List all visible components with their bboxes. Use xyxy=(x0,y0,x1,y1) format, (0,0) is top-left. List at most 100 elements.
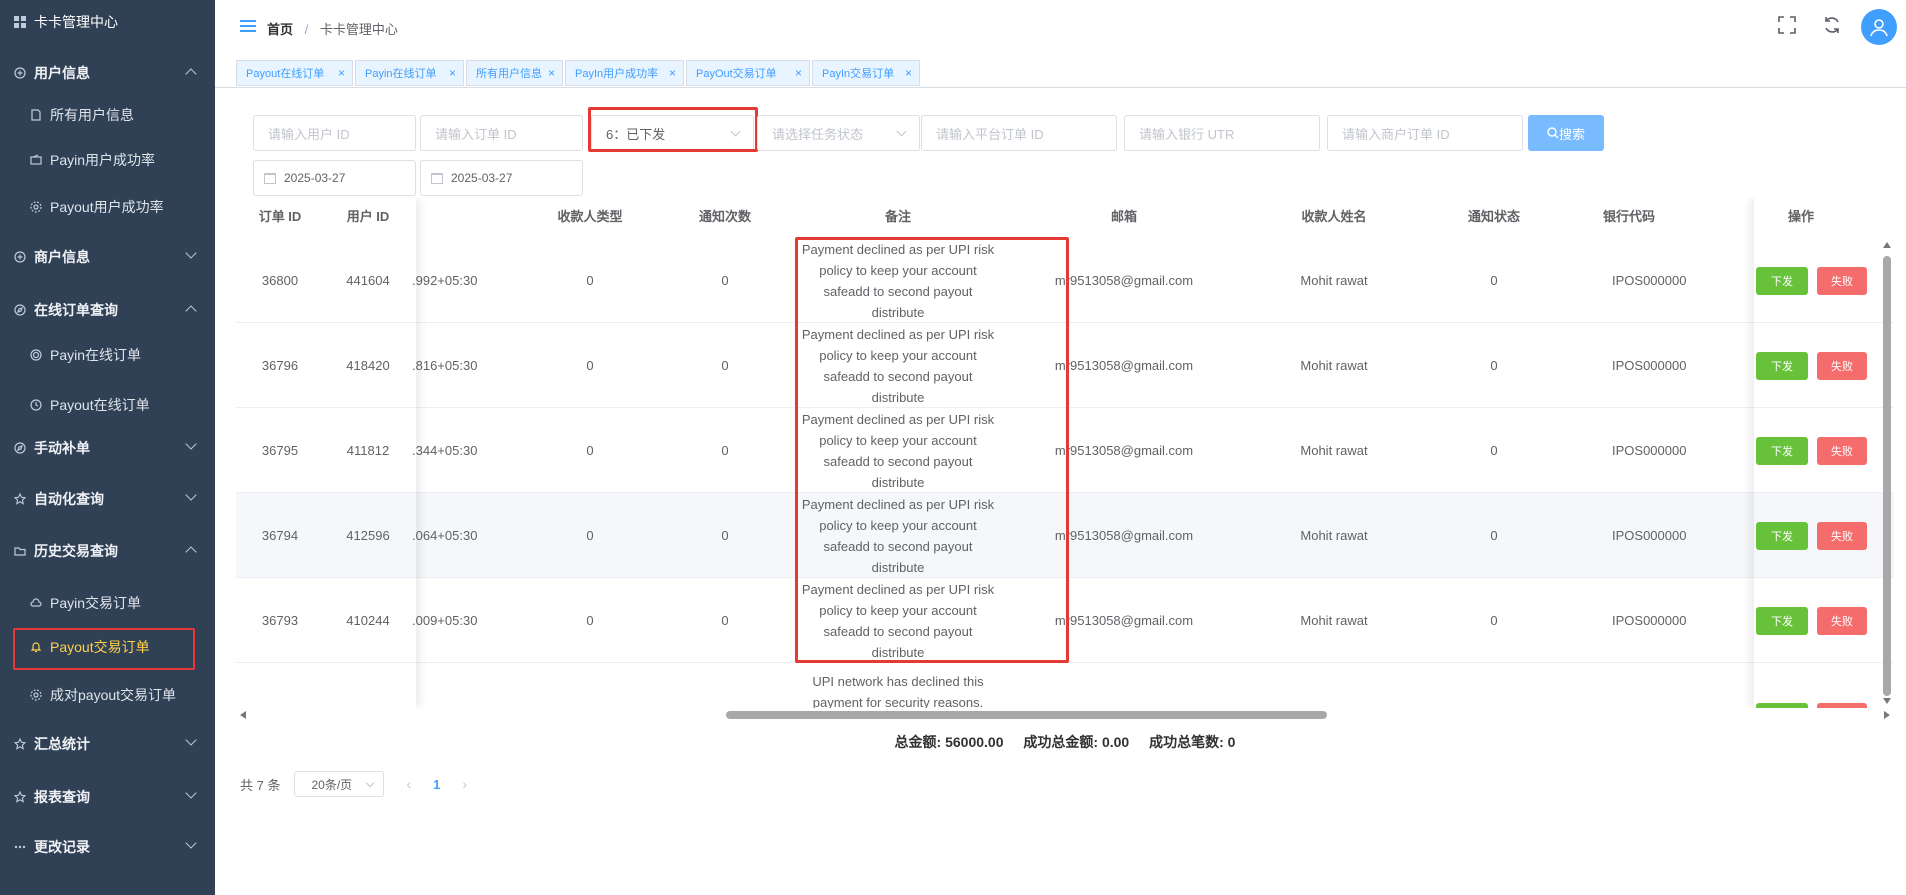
sidebar-item-item-5[interactable]: 在线订单查询 xyxy=(0,290,215,330)
next-page-button[interactable]: › xyxy=(462,776,467,792)
sidebar-item-item-10[interactable]: 历史交易查询 xyxy=(0,531,215,571)
avatar[interactable] xyxy=(1861,9,1897,45)
task-status-select[interactable]: 请选择任务状态 xyxy=(757,115,920,151)
sidebar-item-item-0[interactable]: 用户信息 xyxy=(0,53,215,93)
bell-icon xyxy=(28,639,44,655)
star-icon xyxy=(12,789,28,805)
table-row[interactable]: 36794 412596 .064+05:30 0 0 Payment declined … xyxy=(236,493,1894,578)
merchant-order-input[interactable]: 请输入商户订单 ID xyxy=(1327,115,1523,151)
fail-button[interactable]: 失败 xyxy=(1817,266,1867,295)
order-id-input[interactable]: 请输入订单 ID xyxy=(420,115,583,151)
sidebar-item-payin[interactable]: Payin在线订单 xyxy=(0,335,215,375)
issue-button[interactable]: 下发 xyxy=(1756,436,1808,465)
sidebar: 卡卡管理中心 用户信息 所有用户信息 Payin用户成功率 Payout用户成功率 商户… xyxy=(0,0,215,895)
cell-user-id: 411812 xyxy=(346,443,390,458)
hamburger-icon[interactable] xyxy=(240,20,256,33)
issue-button[interactable]: 下发 xyxy=(1756,521,1808,550)
tab-tag[interactable]: Payout在线订单 × xyxy=(236,60,353,86)
sidebar-item-payin[interactable]: Payin交易订单 xyxy=(0,583,215,623)
coin-icon xyxy=(28,347,44,363)
tab-tag[interactable]: 所有用户信息 × xyxy=(466,60,563,86)
issue-button[interactable]: 下发 xyxy=(1756,351,1808,380)
cell-notify-count: 0 xyxy=(721,528,729,543)
cell-order-id: 36794 xyxy=(261,528,299,543)
tab-tag[interactable]: Payin在线订单 × xyxy=(355,60,464,86)
close-icon[interactable]: × xyxy=(795,66,802,80)
chevron-down-icon xyxy=(185,247,197,259)
issue-button[interactable]: 下发 xyxy=(1756,266,1808,295)
date-start-picker[interactable]: 2025-03-27 xyxy=(253,160,416,196)
tab-tag[interactable]: PayOut交易订单 × xyxy=(686,60,810,86)
scroll-down-arrow-icon[interactable] xyxy=(1883,698,1891,704)
fail-button[interactable]: 失败 xyxy=(1817,351,1867,380)
search-button[interactable]: 搜索 xyxy=(1528,115,1604,151)
issue-button[interactable]: 下发 xyxy=(1756,606,1808,635)
vertical-scrollbar[interactable] xyxy=(1880,238,1894,708)
cell-actions: 下发 失败 xyxy=(1746,323,1894,408)
sidebar-item-item-14[interactable]: 汇总统计 xyxy=(0,724,215,764)
page-size-select[interactable]: 20条/页 xyxy=(294,771,385,797)
status-select[interactable]: 6：已下发 xyxy=(591,115,754,151)
sidebar-brand[interactable]: 卡卡管理中心 xyxy=(0,2,215,42)
fail-button[interactable]: 失败 xyxy=(1817,606,1867,635)
date-end-picker[interactable]: 2025-03-27 xyxy=(420,160,583,196)
sidebar-item-payout[interactable]: 成对payout交易订单 xyxy=(0,675,215,715)
sidebar-item-item-4[interactable]: 商户信息 xyxy=(0,237,215,277)
chevron-up-icon xyxy=(185,305,197,317)
chevron-down-icon xyxy=(185,787,197,799)
platform-order-input[interactable]: 请输入平台订单 ID xyxy=(921,115,1117,151)
horizontal-scrollbar[interactable] xyxy=(236,708,1894,722)
cell-notify-status: 0 xyxy=(1490,273,1498,288)
sidebar-item-payout[interactable]: Payout交易订单 xyxy=(0,627,215,670)
close-icon[interactable]: × xyxy=(449,66,456,80)
vertical-scroll-thumb[interactable] xyxy=(1883,256,1891,696)
scroll-right-arrow-icon[interactable] xyxy=(1884,711,1890,719)
sidebar-item-item-16[interactable]: 更改记录 xyxy=(0,827,215,867)
cell-time: .344+05:30 xyxy=(412,443,478,458)
fullscreen-icon[interactable] xyxy=(1777,16,1797,36)
sidebar-item-payout[interactable]: Payout在线订单 xyxy=(0,385,215,425)
sidebar-item-item-8[interactable]: 手动补单 xyxy=(0,428,215,468)
breadcrumb-current: 卡卡管理中心 xyxy=(319,22,398,37)
page-number-current[interactable]: 1 xyxy=(433,777,440,792)
scroll-up-arrow-icon[interactable] xyxy=(1883,242,1891,248)
table-row[interactable]: 36793 410244 .009+05:30 0 0 Payment declined … xyxy=(236,578,1894,663)
user-id-input[interactable]: 请输入用户 ID xyxy=(253,115,416,151)
close-icon[interactable]: × xyxy=(548,66,555,80)
th-remark: 备注 xyxy=(884,209,911,224)
prev-page-button[interactable]: ‹ xyxy=(406,776,411,792)
cell-email: mr9513058@gmail.com xyxy=(1054,273,1194,288)
close-icon[interactable]: × xyxy=(905,66,912,80)
fail-button[interactable]: 失败 xyxy=(1817,521,1867,550)
breadcrumb-home[interactable]: 首页 xyxy=(267,22,293,37)
sidebar-item-item-9[interactable]: 自动化查询 xyxy=(0,479,215,519)
cell-payee-type: 0 xyxy=(586,358,594,373)
search-icon xyxy=(1547,127,1559,139)
table-row[interactable]: 36795 411812 .344+05:30 0 0 Payment declined … xyxy=(236,408,1894,493)
close-icon[interactable]: × xyxy=(338,66,345,80)
scroll-left-arrow-icon[interactable] xyxy=(240,711,246,719)
fail-button[interactable]: 失败 xyxy=(1817,436,1867,465)
document-icon xyxy=(28,107,44,123)
compass-icon xyxy=(12,440,28,456)
cell-notify-count: 0 xyxy=(721,358,729,373)
sidebar-item-payin[interactable]: Payin用户成功率 xyxy=(0,140,215,180)
cell-user-id: 441604 xyxy=(346,273,390,288)
sidebar-item-label: 在线订单查询 xyxy=(34,302,118,318)
compass-icon xyxy=(12,302,28,318)
sidebar-item-item-1[interactable]: 所有用户信息 xyxy=(0,95,215,135)
refresh-icon[interactable] xyxy=(1822,16,1842,36)
tab-tag[interactable]: PayIn交易订单 × xyxy=(812,60,920,86)
sidebar-item-item-15[interactable]: 报表查询 xyxy=(0,777,215,817)
bank-utr-input[interactable]: 请输入银行 UTR xyxy=(1124,115,1320,151)
sidebar-item-payout[interactable]: Payout用户成功率 xyxy=(0,187,215,227)
table-row[interactable]: 36796 418420 .816+05:30 0 0 Payment declined … xyxy=(236,323,1894,408)
horizontal-scroll-thumb[interactable] xyxy=(726,711,1327,719)
close-icon[interactable]: × xyxy=(669,66,676,80)
tab-tag[interactable]: PayIn用户成功率 × xyxy=(565,60,684,86)
table-row[interactable]: 36800 441604 .992+05:30 0 0 Payment declined … xyxy=(236,238,1894,323)
cell-user-id: 412596 xyxy=(346,528,390,543)
cell-time: .064+05:30 xyxy=(412,528,478,543)
cell-order-id: 36800 xyxy=(261,273,299,288)
table-row[interactable]: UPI network has declined this payment fo… xyxy=(236,663,1894,708)
